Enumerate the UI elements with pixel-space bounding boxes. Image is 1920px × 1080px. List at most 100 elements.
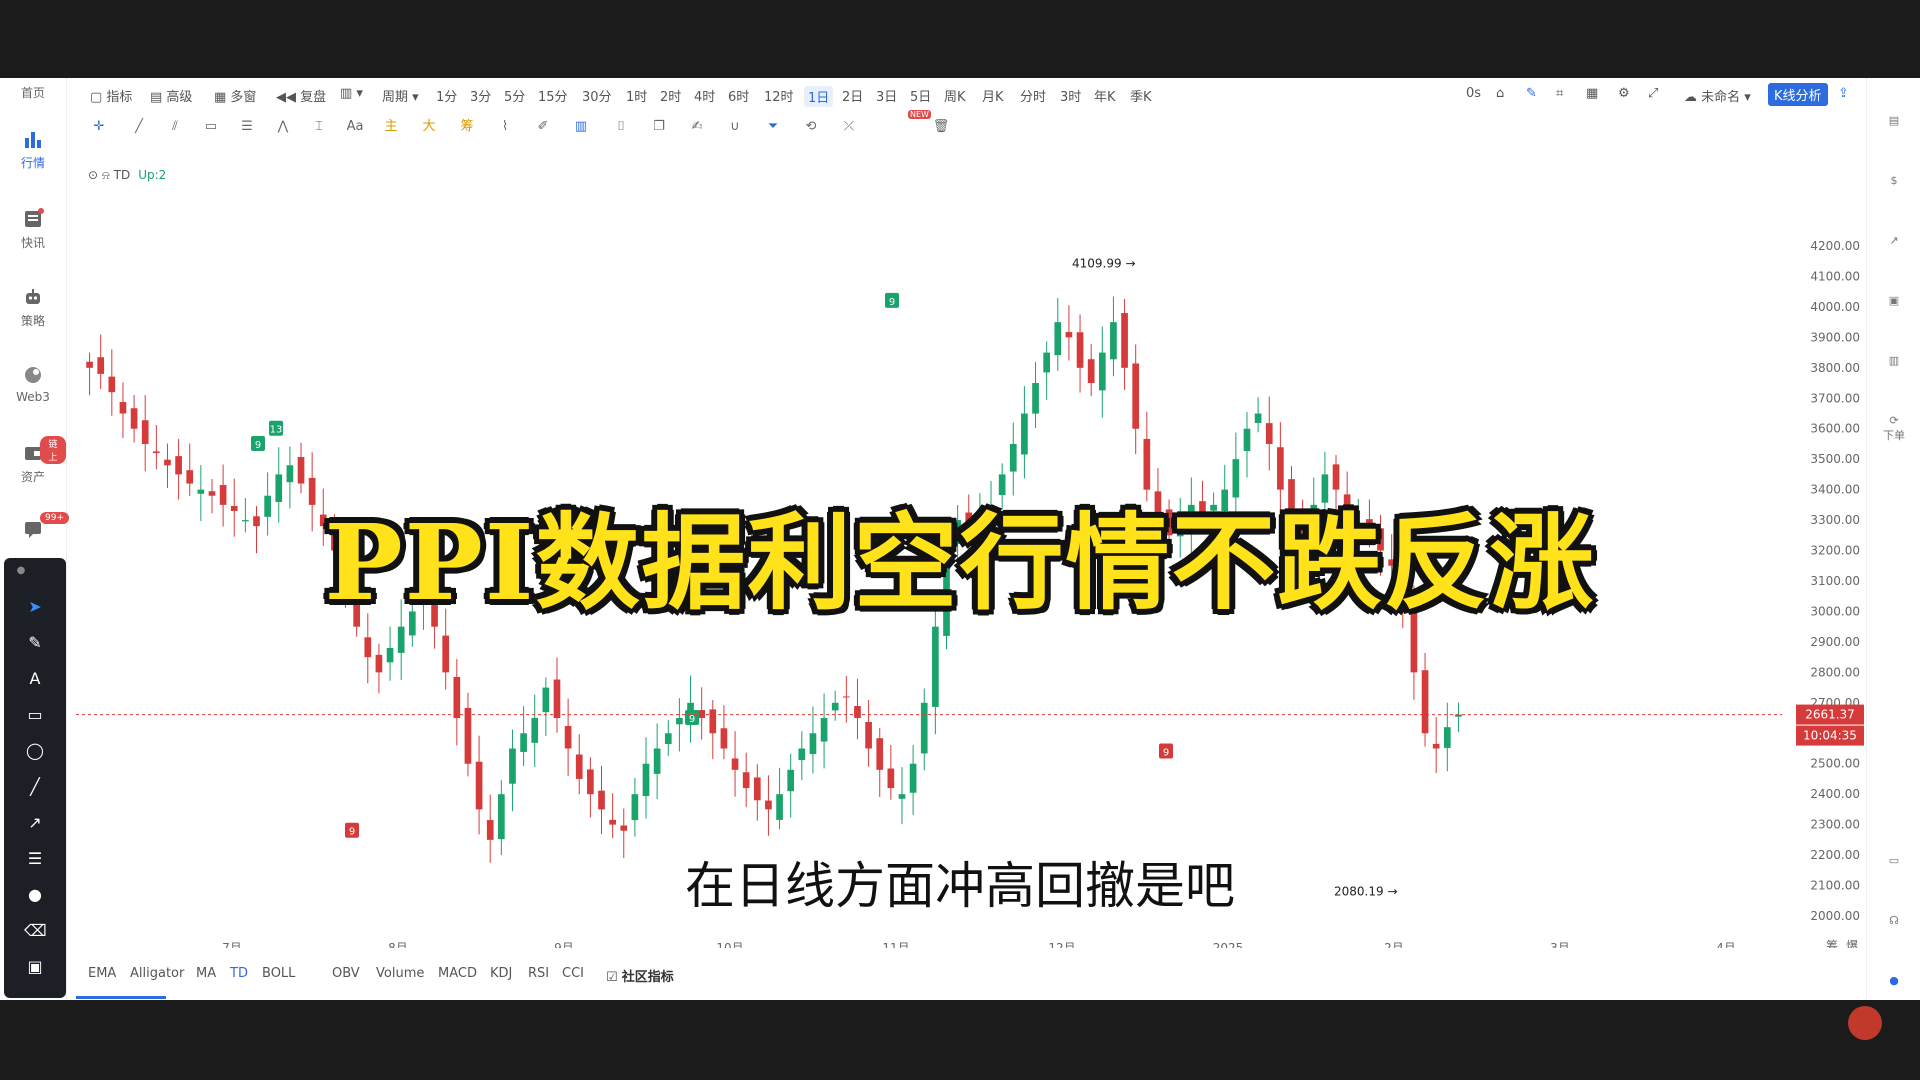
y-tick-label: 2300.00 — [1810, 818, 1860, 832]
pattern-icon[interactable]: ⋀ — [274, 118, 292, 136]
tf-5m[interactable]: 5分 — [504, 86, 525, 105]
candle-body — [664, 733, 672, 745]
tf-quarter[interactable]: 季K — [1130, 86, 1152, 105]
camera-icon[interactable]: ⌂ — [1496, 86, 1504, 101]
etf-icon[interactable]: ▥ — [1883, 354, 1905, 376]
chart-type-button[interactable]: ▥ ▾ — [340, 86, 363, 101]
channel-icon[interactable]: ⫽ — [166, 118, 184, 136]
trend-icon[interactable]: ↗ — [1883, 234, 1905, 256]
tf-30m[interactable]: 30分 — [582, 86, 612, 105]
tf-6h[interactable]: 6时 — [728, 86, 749, 105]
tf-month[interactable]: 月K — [982, 86, 1004, 105]
magnet-icon[interactable]: ∪ — [726, 118, 744, 136]
candle-body — [676, 718, 683, 725]
bar-pattern-icon[interactable]: ▥ — [572, 118, 590, 136]
monitor-icon[interactable]: ▣ — [1883, 294, 1905, 316]
lock-icon[interactable]: ⌷ — [612, 118, 630, 136]
replay-button[interactable]: ◀◀ 复盘 — [276, 86, 326, 105]
line-tool-icon[interactable]: ╱ — [24, 776, 46, 798]
fib-icon[interactable]: ☰ — [238, 118, 256, 136]
hide-drawings-icon[interactable]: ⤫ — [840, 118, 858, 136]
tf-3h[interactable]: 3时 — [1060, 86, 1081, 105]
measure-icon[interactable]: ⌶ — [310, 118, 328, 136]
tf-2d[interactable]: 2日 — [842, 86, 863, 105]
tf-week[interactable]: 周K — [944, 86, 966, 105]
sidebar-item-web3[interactable]: Web3 — [0, 364, 66, 404]
tf-12h[interactable]: 12时 — [764, 86, 794, 105]
tf-3m[interactable]: 3分 — [470, 86, 491, 105]
ruler-icon[interactable]: ⌇ — [496, 118, 514, 136]
tf-year[interactable]: 年K — [1094, 86, 1116, 105]
candle-body — [753, 777, 761, 801]
order-book-icon[interactable]: ▤ — [1883, 114, 1905, 136]
dollar-icon[interactable]: $ — [1883, 174, 1905, 196]
ind-ema[interactable]: EMA — [88, 966, 116, 981]
frame-icon[interactable]: ▣ — [24, 956, 46, 978]
active-tab-underline — [76, 996, 166, 999]
ind-alligator[interactable]: Alligator — [130, 966, 184, 981]
big-order-tool[interactable]: 大 — [420, 118, 438, 136]
indicator-bar: EMA Alligator MA TD BOLL OBV Volume MACD… — [76, 962, 1856, 988]
layout-name-dropdown[interactable]: ☁ 未命名 ▾ — [1684, 86, 1751, 105]
ind-obv[interactable]: OBV — [332, 966, 360, 981]
sidebar-home[interactable]: 首页 — [0, 84, 66, 101]
period-dropdown[interactable]: 周期 ▾ — [382, 86, 419, 105]
ind-volume[interactable]: Volume — [376, 966, 424, 981]
tf-1h[interactable]: 1时 — [626, 86, 647, 105]
kline-analysis-button[interactable]: K线分析 — [1768, 83, 1828, 106]
ind-ma[interactable]: MA — [196, 966, 216, 981]
tf-3d[interactable]: 3日 — [876, 86, 897, 105]
ind-macd[interactable]: MACD — [438, 966, 477, 981]
crosshair-icon[interactable]: ✛ — [90, 118, 108, 136]
tf-4h[interactable]: 4时 — [694, 86, 715, 105]
filter-icon[interactable]: ⏷ — [764, 118, 782, 136]
community-indicators[interactable]: ☑ 社区指标 — [606, 966, 674, 985]
share-icon[interactable]: ⇪ — [1838, 86, 1849, 101]
arrow-tool-icon[interactable]: ↗ — [24, 812, 46, 834]
tf-timeshare[interactable]: 分时 — [1020, 86, 1046, 105]
text-tool-icon[interactable]: A — [24, 668, 46, 690]
font-tool[interactable]: Aa — [346, 118, 364, 136]
pencil-icon[interactable]: ✐ — [534, 118, 552, 136]
note-icon[interactable]: ✍ — [688, 118, 706, 136]
tf-1d[interactable]: 1日 — [804, 86, 834, 107]
trend-line-icon[interactable]: ╱ — [130, 118, 148, 136]
shape-icon[interactable]: ▭ — [202, 118, 220, 136]
ind-kdj[interactable]: KDJ — [490, 966, 512, 981]
tf-5d[interactable]: 5日 — [910, 86, 931, 105]
main-force-tool[interactable]: 主 — [382, 118, 400, 136]
rectangle-icon[interactable]: ▭ — [24, 704, 46, 726]
candle-body — [642, 763, 650, 797]
order-icon[interactable]: ⟳ 下单 — [1883, 414, 1905, 442]
settings-icon[interactable]: ⚙ — [1618, 86, 1630, 101]
brush-icon[interactable]: ✎ — [24, 632, 46, 654]
tf-15m[interactable]: 15分 — [538, 86, 568, 105]
candle-body — [375, 654, 383, 673]
chip-tool[interactable]: 筹 — [458, 118, 476, 136]
ind-rsi[interactable]: RSI — [528, 966, 549, 981]
tf-2h[interactable]: 2时 — [660, 86, 681, 105]
sidebar-item-news[interactable]: 快讯 — [0, 208, 66, 251]
tf-1m[interactable]: 1分 — [436, 86, 457, 105]
ind-cci[interactable]: CCI — [562, 966, 584, 981]
delete-icon[interactable]: 🗑 — [932, 118, 950, 136]
copy-icon[interactable]: ❐ — [650, 118, 668, 136]
multi-window-button[interactable]: ▦ 多窗 — [214, 86, 256, 105]
ellipse-icon[interactable]: ◯ — [24, 740, 46, 762]
eraser-icon[interactable]: ⌫ — [24, 920, 47, 942]
ind-td[interactable]: TD — [230, 966, 248, 981]
indicator-button[interactable]: ▢ 指标 — [90, 86, 132, 105]
ind-boll[interactable]: BOLL — [262, 966, 295, 981]
sidebar-item-strategy[interactable]: 策略 — [0, 286, 66, 329]
advanced-button[interactable]: ▤ 高级 — [150, 86, 192, 105]
candle-body — [776, 794, 783, 820]
sync-icon[interactable]: ⟲ — [802, 118, 820, 136]
countdown-setting[interactable]: 0s — [1466, 86, 1481, 101]
fullscreen-icon[interactable]: ⤢ — [1648, 86, 1658, 101]
pen-icon[interactable]: ✎ — [1526, 86, 1537, 101]
sidebar-item-market[interactable]: 行情 — [0, 128, 66, 171]
calculator-icon[interactable]: ▦ — [1586, 86, 1598, 101]
candle-body — [464, 707, 472, 764]
assistant-icon[interactable]: ● — [1883, 974, 1905, 996]
crop-icon[interactable]: ⌗ — [1556, 86, 1563, 101]
